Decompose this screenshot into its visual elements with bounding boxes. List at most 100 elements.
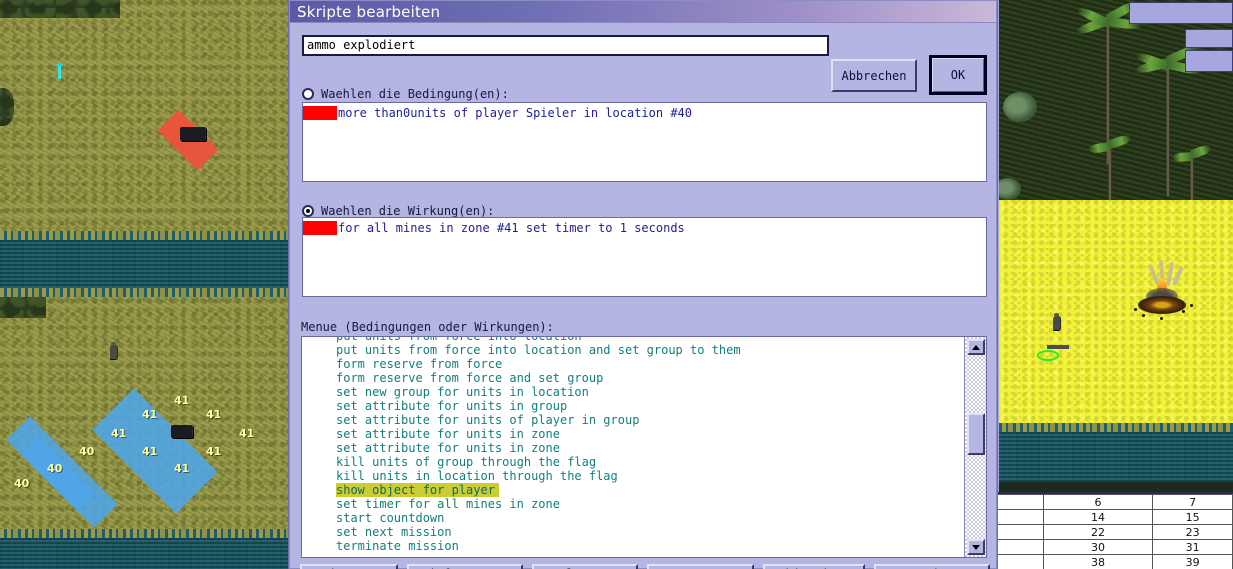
script-name-input[interactable]: ammo explodiert (302, 35, 829, 56)
ok-button[interactable]: OK (929, 55, 987, 95)
table-row[interactable]: 14 15 (996, 510, 1233, 525)
command-menu-item[interactable]: set timer for all mines in zone (302, 497, 964, 511)
zone-label: 41 (239, 428, 254, 439)
zone-label: 41 (206, 409, 221, 420)
cell: 14 (1043, 510, 1153, 525)
unit-selection-ring (1037, 350, 1059, 361)
dialog-bottom-toolbar: Phrases Reinforcements Players Groups Ob… (300, 564, 990, 569)
condition-entry-text: more than0units of player Spieler in loc… (337, 106, 692, 120)
command-menu-item[interactable]: set new group for units in location (302, 385, 964, 399)
table-row[interactable]: 38 39 (996, 555, 1233, 569)
table-row[interactable]: 22 23 (996, 525, 1233, 540)
cell: 30 (1043, 540, 1153, 555)
cell: 38 (1043, 555, 1153, 569)
cancel-button[interactable]: Abbrechen (831, 59, 917, 92)
scroll-up-button[interactable] (967, 339, 985, 355)
dialog-body: ammo explodiert Abbrechen OK Waehlen die… (290, 23, 996, 569)
command-menu-item[interactable]: kill units in location through the flag (302, 469, 964, 483)
hud-panel-low[interactable] (1185, 50, 1233, 72)
terrain-forest-patch (0, 0, 120, 18)
script-editor-dialog[interactable]: Skripte bearbeiten ammo explodiert Abbre… (289, 0, 997, 569)
zone-label: 41 (142, 446, 157, 457)
command-menu-item[interactable]: set attribute for units of player in gro… (302, 413, 964, 427)
effects-listbox[interactable]: for all mines in zone #41 set timer to 1… (302, 217, 987, 297)
radio-effects-icon[interactable] (302, 205, 314, 217)
command-menu-item[interactable]: kill units of group through the flag (302, 455, 964, 469)
command-menu-listbox[interactable]: put units from force into locationput un… (301, 336, 987, 558)
coastline (0, 231, 288, 240)
command-menu-item[interactable]: form reserve from force (302, 357, 964, 371)
conditions-listbox[interactable]: more than0units of player Spieler in loc… (302, 102, 987, 182)
zone-label: 41 (174, 463, 189, 474)
cell (996, 525, 1044, 540)
phrases-button[interactable]: Phrases (300, 564, 398, 569)
command-menu-item[interactable]: terminate mission (302, 539, 964, 553)
coordinate-table-body: 6 7 14 15 22 23 30 (996, 495, 1233, 569)
groups-button[interactable]: Groups (647, 564, 755, 569)
scrollbar-thumb[interactable] (967, 413, 985, 455)
effect-entry[interactable]: for all mines in zone #41 set timer to 1… (303, 218, 986, 236)
triangle-down-icon (972, 545, 980, 550)
command-menu-items: put units from force into locationput un… (302, 336, 964, 553)
zone-label: 40 (47, 463, 62, 474)
dialog-title: Skripte bearbeiten (297, 3, 440, 21)
menu-scrollbar[interactable] (964, 337, 986, 557)
cell (996, 510, 1044, 525)
map-unit-soldier[interactable] (110, 345, 117, 359)
effect-entry-text: for all mines in zone #41 set timer to 1… (337, 221, 685, 235)
map-unit-soldier-selected[interactable] (1053, 316, 1060, 330)
terrain-bush (1003, 92, 1037, 122)
command-menu-item[interactable]: show object for player (302, 483, 964, 497)
explosion-effect (1130, 268, 1194, 320)
map-viewport-left[interactable]: 41 41 41 41 41 41 41 41 40 40 40 (0, 0, 288, 569)
command-menu-item[interactable]: put units from force into location and s… (302, 343, 964, 357)
command-menu-item[interactable]: form reserve from force and set group (302, 371, 964, 385)
triangle-up-icon (972, 345, 980, 350)
terrain-forest-patch (0, 296, 46, 318)
condition-color-swatch[interactable] (303, 106, 337, 120)
coordinate-table[interactable]: 6 7 14 15 22 23 30 (995, 492, 1233, 569)
map-object-mine-crate (171, 425, 193, 438)
cell (996, 540, 1044, 555)
cell (996, 555, 1044, 569)
scroll-down-button[interactable] (967, 539, 985, 555)
terrain-water (0, 534, 288, 569)
table-row[interactable]: 6 7 (996, 495, 1233, 510)
condition-entry[interactable]: more than0units of player Spieler in loc… (303, 103, 986, 121)
unit-weapon-bar (1047, 345, 1069, 349)
effects-radio-label: Waehlen die Wirkung(en): (321, 204, 494, 218)
tree-palm (1107, 140, 1113, 200)
terrain-water (0, 236, 288, 292)
command-menu-item-selected[interactable]: show object for player (336, 483, 499, 497)
zone-label: 41 (174, 395, 189, 406)
objectives-button[interactable]: Objectives (763, 564, 865, 569)
zone-label: 41 (111, 428, 126, 439)
command-menu-item[interactable]: set attribute for units in zone (302, 441, 964, 455)
effects-radio-row[interactable]: Waehlen die Wirkung(en): (302, 204, 494, 218)
dialog-titlebar[interactable]: Skripte bearbeiten (290, 1, 996, 23)
command-menu-item[interactable]: set next mission (302, 525, 964, 539)
zone-label: 41 (142, 409, 157, 420)
command-menu-item[interactable]: start countdown (302, 511, 964, 525)
settings-button[interactable]: Settings (874, 564, 990, 569)
conditions-radio-row[interactable]: Waehlen die Bedingung(en): (302, 87, 509, 101)
radio-conditions-icon[interactable] (302, 88, 314, 100)
map-viewport-right[interactable] (995, 0, 1233, 569)
cell: 23 (1153, 525, 1233, 540)
cell: 39 (1153, 555, 1233, 569)
cell: 6 (1043, 495, 1153, 510)
hud-panel-mid[interactable] (1185, 29, 1233, 48)
menu-section-label: Menue (Bedingungen oder Wirkungen): (301, 320, 554, 334)
hud-panel-top[interactable] (1129, 2, 1233, 24)
effect-color-swatch[interactable] (303, 221, 337, 235)
reinforcements-button[interactable]: Reinforcements (407, 564, 523, 569)
zone-label: 40 (79, 446, 94, 457)
table-row[interactable]: 30 31 (996, 540, 1233, 555)
command-menu-item[interactable]: put units from force into location (302, 336, 964, 343)
screen: 41 41 41 41 41 41 41 41 40 40 40 (0, 0, 1233, 569)
cell: 31 (1153, 540, 1233, 555)
players-button[interactable]: Players (532, 564, 638, 569)
conditions-radio-label: Waehlen die Bedingung(en): (321, 87, 509, 101)
command-menu-item[interactable]: set attribute for units in group (302, 399, 964, 413)
command-menu-item[interactable]: set attribute for units in zone (302, 427, 964, 441)
